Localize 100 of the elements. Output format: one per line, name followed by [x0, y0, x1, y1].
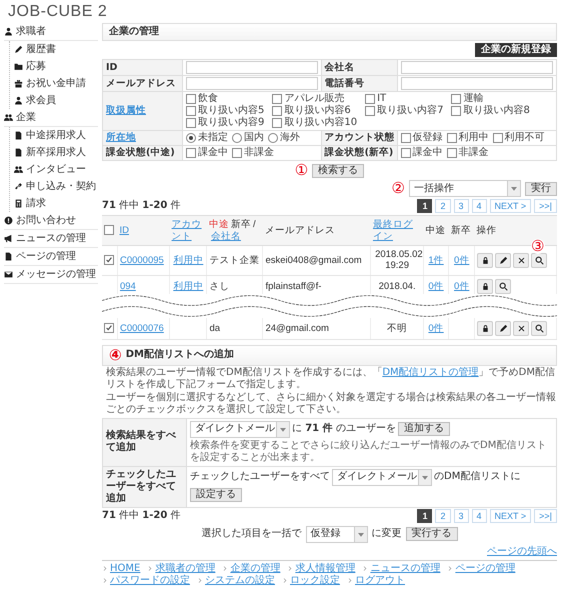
sidebar-item[interactable]: お問い合わせ	[4, 212, 98, 230]
job-count-link[interactable]: 0件	[428, 280, 444, 292]
radio-button[interactable]: 国内	[232, 132, 264, 144]
delete-icon	[516, 256, 526, 265]
checkbox[interactable]: 取り扱い内容6	[272, 105, 358, 118]
sidebar-item[interactable]: インタビュー	[14, 161, 98, 178]
checkbox[interactable]: 非課金	[446, 147, 489, 160]
sidebar-item[interactable]: 応募	[14, 58, 98, 76]
input-field[interactable]	[400, 77, 553, 90]
job-count-link[interactable]: 0件	[454, 280, 470, 292]
checkbox[interactable]: アパレル販売	[272, 93, 358, 106]
input-field[interactable]	[186, 61, 318, 74]
checkbox[interactable]: IT	[365, 93, 444, 106]
gift-icon	[14, 79, 23, 88]
select-all-checkbox[interactable]	[104, 225, 114, 236]
sidebar-item[interactable]: ニュースの管理	[4, 230, 98, 248]
sidebar-item[interactable]: ページの管理	[4, 248, 98, 266]
search-button[interactable]	[531, 320, 547, 336]
table-cell-text: 2018.04.	[378, 280, 417, 292]
checkbox[interactable]: 課金中	[186, 147, 228, 160]
lock-button[interactable]	[477, 320, 493, 336]
chevron-icon	[197, 577, 204, 584]
checkbox[interactable]: 仮登録	[400, 132, 443, 144]
checkbox[interactable]: 利用中	[446, 132, 489, 144]
lock-button[interactable]	[477, 252, 493, 268]
company-id-link[interactable]: C0000076	[120, 322, 164, 334]
job-count-link[interactable]: 1件	[428, 254, 444, 266]
result-count: 71 件中 1-20 件	[102, 510, 180, 522]
delete-button[interactable]	[513, 320, 529, 336]
annotation-number: ②	[392, 181, 405, 196]
footer-link[interactable]: システムの設定	[205, 574, 275, 587]
input-field[interactable]	[400, 61, 553, 74]
page-top-link[interactable]: ページの先頭へ	[487, 546, 557, 558]
footer-link[interactable]: 求職者の管理	[155, 562, 216, 575]
row-checkbox[interactable]	[104, 323, 114, 334]
sidebar-item[interactable]: 申し込み・契約	[14, 178, 98, 196]
lock-button[interactable]	[477, 278, 493, 294]
form-text: 選択した項目を一括で	[202, 528, 302, 540]
checkbox[interactable]: 課金中	[400, 147, 443, 160]
sidebar-item[interactable]: 企業	[4, 109, 98, 128]
sidebar-item[interactable]: 請求	[14, 195, 98, 212]
sidebar-item[interactable]: お祝い金申請	[14, 75, 98, 92]
page-link[interactable]: 1	[417, 508, 432, 523]
checkbox[interactable]: 運輸	[451, 93, 530, 106]
sidebar-item[interactable]: 履歴書	[14, 41, 98, 58]
footer-link[interactable]: ニュースの管理	[370, 562, 440, 575]
new-company-button[interactable]: 企業の新規登録	[475, 43, 557, 58]
pencil-button[interactable]	[495, 252, 511, 268]
sidebar-item[interactable]: 求職者	[4, 23, 98, 42]
search-button[interactable]: 検索する	[312, 164, 364, 178]
footer-link[interactable]: パスワードの設定	[110, 574, 190, 587]
sidebar-item[interactable]: 中途採用求人	[14, 127, 98, 144]
row-checkbox[interactable]	[104, 255, 114, 266]
execute-button[interactable]: 実行する	[406, 527, 458, 542]
account-status-link[interactable]: 利用中	[173, 254, 204, 266]
column-header: 操作	[476, 224, 496, 236]
bulk-action-dropdown[interactable]: 一括操作	[409, 180, 521, 198]
table-cell-text: 不明	[386, 322, 408, 334]
page-link[interactable]: NEXT >	[490, 508, 532, 523]
table-cell: 24@gmail.com	[265, 322, 329, 334]
checkbox[interactable]: 取り扱い内容5	[186, 105, 264, 118]
account-status-link[interactable]: 利用中	[173, 280, 204, 292]
status-dropdown[interactable]: 仮登録	[306, 526, 368, 543]
pencil-button[interactable]	[495, 320, 511, 336]
input-field[interactable]	[186, 77, 318, 90]
footer-link[interactable]: 企業の管理	[230, 562, 280, 575]
table-cell: テスト企業	[209, 254, 260, 266]
annotation-number: ①	[294, 163, 308, 178]
description-text: ユーザーを個別に選択するなどして、さらに細かく対象を選定する場合は検索結果の各ユーザー情報ごとのチェックボックスを選択して設定して下さい。	[106, 392, 557, 416]
dm-list-dropdown[interactable]: ダイレクトメール	[332, 468, 432, 486]
footer-link[interactable]: 求人情報管理	[295, 562, 356, 575]
checkbox[interactable]: 非課金	[232, 147, 274, 160]
column-header: 新卒	[450, 224, 471, 236]
sidebar-item[interactable]: 求会員	[14, 92, 98, 110]
checkbox[interactable]: 取り扱い内容10	[272, 117, 358, 130]
dm-list-dropdown[interactable]: ダイレクトメール	[190, 420, 290, 438]
checkbox[interactable]: 飲食	[186, 93, 264, 106]
sidebar-item[interactable]: メッセージの管理	[4, 266, 98, 284]
checkbox[interactable]: 取り扱い内容8	[451, 105, 530, 118]
job-count-link[interactable]: 0件	[454, 254, 470, 266]
caret-icon	[276, 422, 289, 437]
checkbox[interactable]: 取り扱い内容7	[365, 105, 444, 118]
run-button[interactable]: 実行	[525, 182, 557, 196]
page-link[interactable]: 1	[417, 199, 432, 214]
search-button[interactable]	[495, 278, 511, 294]
add-button[interactable]: 設定する	[190, 488, 242, 502]
sidebar-item[interactable]: 新卒採用求人	[14, 144, 98, 162]
delete-button[interactable]	[513, 252, 529, 268]
people-icon	[14, 165, 23, 174]
footer-link[interactable]: ページの管理	[455, 562, 516, 575]
checkbox[interactable]: 利用不可	[492, 132, 545, 144]
job-count-link[interactable]: 0件	[428, 322, 444, 334]
add-button[interactable]: 追加する	[398, 422, 450, 436]
page-link[interactable]: NEXT >	[490, 199, 532, 214]
footer-link[interactable]: ロック設定	[290, 574, 340, 587]
form-text: のDM配信リストに	[434, 471, 520, 484]
radio-button[interactable]: 海外	[268, 132, 300, 144]
search-button[interactable]	[531, 252, 547, 268]
radio-button[interactable]: 未指定	[186, 132, 228, 144]
checkbox[interactable]: 取り扱い内容9	[186, 117, 264, 130]
